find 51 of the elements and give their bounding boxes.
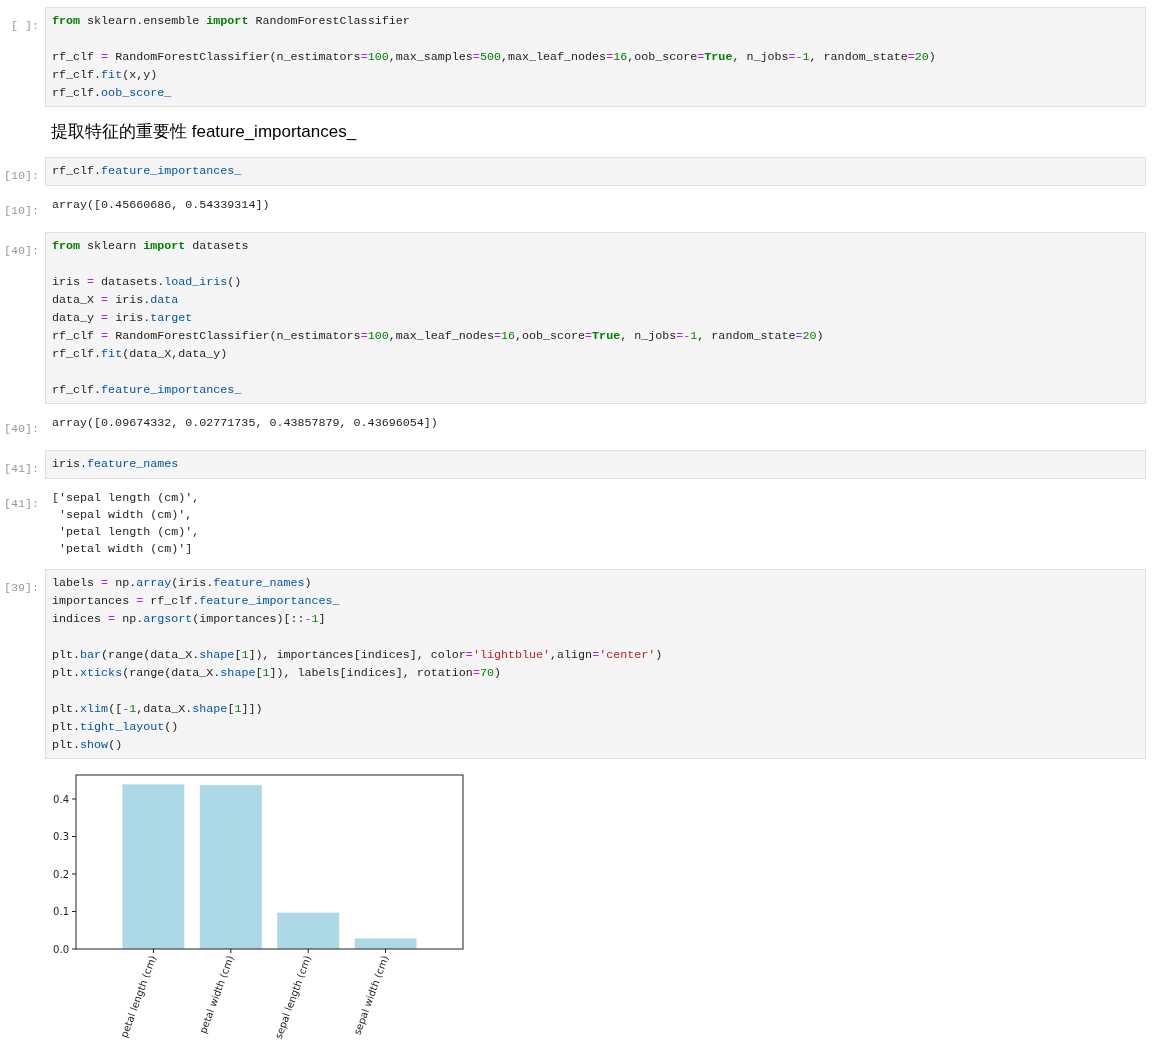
code-line: rf_clf = RandomForestClassifier(n_estimators=100,max_samples=500,max_leaf_nodes=16,oob_score=True, n_jobs=-1, random_state=20) bbox=[52, 49, 937, 66]
code-cell[interactable]: rf_clf.feature_importances_ bbox=[45, 157, 1146, 186]
output-line: array([0.09674332, 0.02771735, 0.43857879, 0.43696054]) bbox=[52, 415, 439, 432]
code-line: indices = np.argsort(importances)[::-1] bbox=[52, 611, 327, 628]
code-line: plt.tight_layout() bbox=[52, 719, 180, 736]
code-line: iris = datasets.load_iris() bbox=[52, 274, 243, 291]
code-line: rf_clf.fit(x,y) bbox=[52, 67, 159, 84]
cell-prompt: [40]: bbox=[3, 244, 39, 258]
y-tick-label: 0.4 bbox=[53, 793, 69, 805]
code-line: plt.xlim([-1,data_X.shape[1]]) bbox=[52, 701, 264, 718]
y-tick-label: 0.0 bbox=[53, 943, 69, 955]
cell-prompt: [10]: bbox=[3, 204, 39, 218]
code-line: from sklearn.ensemble import RandomForestClassifier bbox=[52, 13, 411, 30]
y-tick-label: 0.1 bbox=[53, 906, 69, 917]
cell-prompt: [40]: bbox=[3, 422, 39, 436]
code-line: data_y = iris.target bbox=[52, 310, 194, 327]
output-line: 'sepal width (cm)', bbox=[58, 507, 194, 524]
markdown-heading: 提取特征的重要性 feature_importances_ bbox=[51, 121, 357, 143]
code-line: rf_clf.feature_importances_ bbox=[52, 382, 243, 399]
code-cell[interactable] bbox=[45, 569, 1146, 759]
code-line: iris.feature_names bbox=[52, 456, 180, 473]
x-tick-label: petal length (cm) bbox=[118, 953, 159, 1040]
y-tick-label: 0.3 bbox=[53, 831, 69, 842]
code-line: plt.xticks(range(data_X.shape[1]), labels[indices], rotation=70) bbox=[52, 665, 502, 682]
code-line: from sklearn import datasets bbox=[52, 238, 250, 255]
output-line: array([0.45660686, 0.54339314]) bbox=[52, 197, 271, 214]
y-tick-label: 0.2 bbox=[53, 868, 69, 880]
code-line: data_X = iris.data bbox=[52, 292, 180, 309]
code-line: rf_clf.fit(data_X,data_y) bbox=[52, 346, 229, 363]
x-tick-label: petal width (cm) bbox=[197, 953, 236, 1035]
code-line: plt.show() bbox=[52, 737, 124, 754]
code-line: rf_clf.feature_importances_ bbox=[52, 163, 243, 180]
output-line: ['sepal length (cm)', bbox=[52, 490, 201, 507]
output-line: 'petal length (cm)', bbox=[58, 524, 201, 541]
cell-prompt: [39]: bbox=[3, 581, 39, 595]
cell-prompt: [10]: bbox=[3, 169, 39, 183]
code-cell[interactable] bbox=[45, 7, 1146, 107]
cell-prompt: [41]: bbox=[3, 497, 39, 511]
x-tick-label: sepal width (cm) bbox=[351, 953, 391, 1037]
code-line: importances = rf_clf.feature_importances_ bbox=[52, 593, 341, 610]
code-cell[interactable] bbox=[45, 232, 1146, 404]
bar bbox=[354, 938, 417, 949]
bar bbox=[277, 912, 340, 949]
code-line: plt.bar(range(data_X.shape[1]), importances[indices], color='lightblue',align='center') bbox=[52, 647, 664, 664]
cell-prompt: [ ]: bbox=[10, 19, 39, 33]
cell-prompt: [41]: bbox=[3, 462, 39, 476]
code-line: rf_clf = RandomForestClassifier(n_estimators=100,max_leaf_nodes=16,oob_score=True, n_jobs=-1, random_state=20) bbox=[52, 328, 825, 345]
code-line: labels = np.array(iris.feature_names) bbox=[52, 575, 313, 592]
code-cell[interactable]: iris.feature_names bbox=[45, 450, 1146, 479]
code-line: rf_clf.oob_score_ bbox=[52, 85, 173, 102]
output-line: 'petal width (cm)'] bbox=[58, 541, 194, 558]
